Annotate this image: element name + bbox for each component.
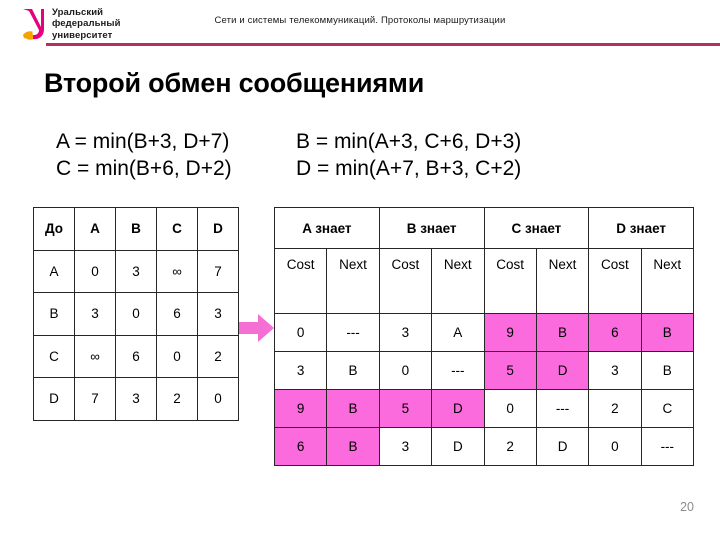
knowledge-cell: --- bbox=[640, 427, 695, 466]
formula-b: B = min(A+3, C+6, D+3) bbox=[296, 130, 522, 153]
sub-header-next: Next bbox=[535, 248, 590, 314]
matrix-row-label: B bbox=[33, 292, 75, 336]
table-header-row: До A B C D bbox=[33, 207, 239, 251]
group-header-c-knows: C знает bbox=[483, 207, 590, 249]
distance-matrix-table: До A B C D A 0 3 ∞ 7 B 3 0 6 3 C ∞ 6 0 2… bbox=[33, 207, 239, 421]
matrix-row-label: A bbox=[33, 249, 75, 293]
table-row: 6 B 3 D 2 D 0 --- bbox=[273, 427, 695, 466]
knowledge-cell: 3 bbox=[588, 351, 642, 390]
matrix-cell: ∞ bbox=[74, 334, 116, 378]
sub-header-cost: Cost bbox=[588, 248, 642, 314]
matrix-cell: ∞ bbox=[156, 249, 198, 293]
knowledge-cell: 9 bbox=[483, 313, 537, 352]
matrix-row-label: C bbox=[33, 334, 75, 378]
header-subtitle: Сети и системы телекоммуникаций. Протоко… bbox=[214, 15, 506, 26]
matrix-cell: 6 bbox=[115, 334, 157, 378]
knowledge-cell: 0 bbox=[273, 313, 328, 352]
matrix-row-label: D bbox=[33, 377, 75, 421]
matrix-cell: 2 bbox=[197, 334, 239, 378]
routing-knowledge-table: A знает B знает C знает D знает Cost Nex… bbox=[273, 207, 695, 466]
table-row: B 3 0 6 3 bbox=[33, 292, 239, 336]
knowledge-cell: B bbox=[326, 389, 380, 428]
knowledge-cell: D bbox=[431, 427, 485, 466]
knowledge-cell: --- bbox=[326, 313, 380, 352]
matrix-cell: 0 bbox=[74, 249, 116, 293]
matrix-header-d: D bbox=[197, 207, 239, 251]
knowledge-cell: B bbox=[326, 427, 380, 466]
header-divider bbox=[46, 43, 720, 46]
matrix-cell: 3 bbox=[74, 292, 116, 336]
matrix-cell: 3 bbox=[115, 249, 157, 293]
slide-header: Уральский федеральный университет Сети и… bbox=[0, 0, 720, 48]
formula-a: A = min(B+3, D+7) bbox=[56, 130, 230, 153]
table-row: 3 B 0 --- 5 D 3 B bbox=[273, 351, 695, 390]
knowledge-cell: 5 bbox=[378, 389, 433, 428]
knowledge-cell: 2 bbox=[588, 389, 642, 428]
knowledge-cell: B bbox=[640, 351, 695, 390]
formula-block: A = min(B+3, D+7) B = min(A+3, C+6, D+3)… bbox=[56, 128, 716, 182]
matrix-cell: 2 bbox=[156, 377, 198, 421]
knowledge-cell: B bbox=[535, 313, 590, 352]
matrix-cell: 7 bbox=[197, 249, 239, 293]
sub-header-cost: Cost bbox=[273, 248, 328, 314]
matrix-cell: 6 bbox=[156, 292, 198, 336]
sub-header-next: Next bbox=[326, 248, 380, 314]
knowledge-cell: --- bbox=[431, 351, 485, 390]
table-row: 0 --- 3 A 9 B 6 B bbox=[273, 313, 695, 352]
matrix-cell: 0 bbox=[115, 292, 157, 336]
knowledge-cell: 0 bbox=[588, 427, 642, 466]
knowledge-cell: A bbox=[431, 313, 485, 352]
knowledge-cell: B bbox=[326, 351, 380, 390]
formula-c: C = min(B+6, D+2) bbox=[56, 157, 232, 180]
formula-row-2: C = min(B+6, D+2) D = min(A+7, B+3, C+2) bbox=[56, 155, 716, 182]
knowledge-cell: 3 bbox=[378, 313, 433, 352]
knowledge-cell: 0 bbox=[483, 389, 537, 428]
sub-header-next: Next bbox=[640, 248, 695, 314]
table-row: 9 B 5 D 0 --- 2 C bbox=[273, 389, 695, 428]
page-title: Второй обмен сообщениями bbox=[44, 68, 425, 98]
matrix-cell: 3 bbox=[115, 377, 157, 421]
matrix-cell: 3 bbox=[197, 292, 239, 336]
matrix-cell: 7 bbox=[74, 377, 116, 421]
knowledge-cell: 5 bbox=[483, 351, 537, 390]
formula-row-1: A = min(B+3, D+7) B = min(A+3, C+6, D+3) bbox=[56, 128, 716, 155]
knowledge-cell: --- bbox=[535, 389, 590, 428]
table-group-header-row: A знает B знает C знает D знает bbox=[274, 207, 694, 249]
right-arrow-icon bbox=[239, 314, 274, 342]
knowledge-cell: 3 bbox=[273, 351, 328, 390]
knowledge-cell: 2 bbox=[483, 427, 537, 466]
group-header-b-knows: B знает bbox=[378, 207, 485, 249]
sub-header-cost: Cost bbox=[483, 248, 537, 314]
matrix-cell: 0 bbox=[156, 334, 198, 378]
matrix-header-b: B bbox=[115, 207, 157, 251]
group-header-a-knows: A знает bbox=[274, 207, 380, 249]
knowledge-cell: C bbox=[640, 389, 695, 428]
matrix-header-a: A bbox=[74, 207, 116, 251]
matrix-header-c: C bbox=[156, 207, 198, 251]
group-header-d-knows: D знает bbox=[588, 207, 694, 249]
knowledge-cell: D bbox=[431, 389, 485, 428]
knowledge-cell: D bbox=[535, 427, 590, 466]
knowledge-cell: 6 bbox=[588, 313, 642, 352]
matrix-header-to: До bbox=[33, 207, 75, 251]
slide-number: 20 bbox=[680, 500, 694, 514]
table-row: D 7 3 2 0 bbox=[33, 377, 239, 421]
knowledge-cell: 0 bbox=[378, 351, 433, 390]
table-sub-header-row: Cost Next Cost Next Cost Next Cost Next bbox=[273, 248, 695, 314]
table-row: A 0 3 ∞ 7 bbox=[33, 249, 239, 293]
logo-line-3: университет bbox=[52, 29, 113, 41]
knowledge-cell: B bbox=[640, 313, 695, 352]
knowledge-cell: D bbox=[535, 351, 590, 390]
knowledge-cell: 3 bbox=[378, 427, 433, 466]
knowledge-cell: 6 bbox=[273, 427, 328, 466]
formula-d: D = min(A+7, B+3, C+2) bbox=[296, 157, 522, 180]
sub-header-cost: Cost bbox=[378, 248, 433, 314]
matrix-cell: 0 bbox=[197, 377, 239, 421]
sub-header-next: Next bbox=[431, 248, 485, 314]
knowledge-cell: 9 bbox=[273, 389, 328, 428]
slide: Уральский федеральный университет Сети и… bbox=[0, 0, 720, 540]
table-row: C ∞ 6 0 2 bbox=[33, 334, 239, 378]
